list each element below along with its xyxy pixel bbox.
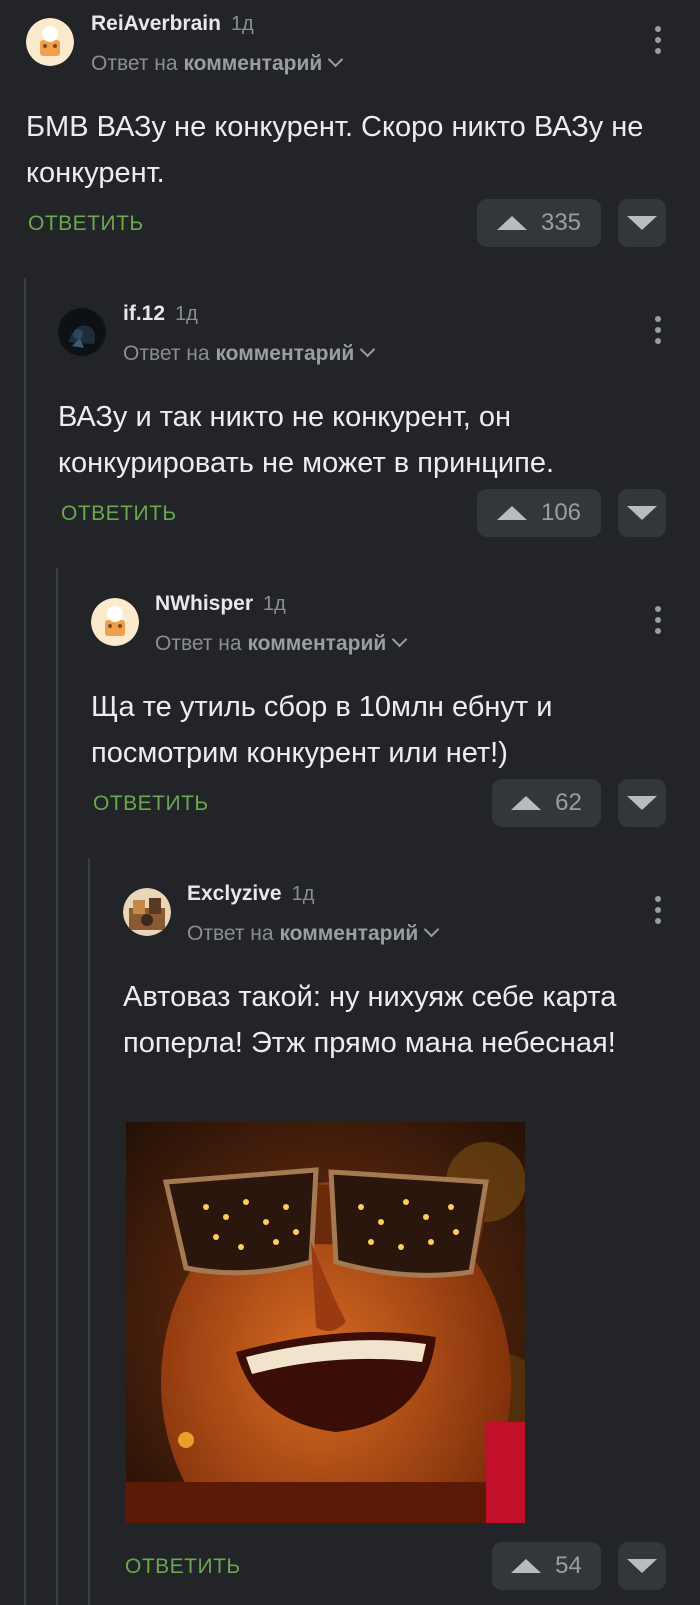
author-name[interactable]: Exclyzive 1д bbox=[187, 882, 314, 906]
downvote-button[interactable] bbox=[618, 1542, 666, 1590]
triangle-up-icon bbox=[496, 216, 527, 230]
triangle-down-icon bbox=[627, 216, 657, 230]
score: 106 bbox=[540, 499, 582, 526]
score: 62 bbox=[555, 789, 582, 816]
comment-age: 1д bbox=[291, 883, 315, 905]
author-name[interactable]: ReiAverbrain 1д bbox=[91, 12, 254, 36]
triangle-down-icon bbox=[627, 506, 657, 520]
triangle-down-icon bbox=[627, 796, 657, 810]
reply-button[interactable]: ОТВЕТИТЬ bbox=[28, 212, 144, 236]
chevron-down-icon bbox=[391, 631, 408, 648]
comment-text: БМВ ВАЗу не конкурент. Скоро никто ВАЗу … bbox=[26, 111, 644, 189]
upvote-button[interactable]: 54 bbox=[492, 1542, 601, 1590]
upvote-button[interactable]: 62 bbox=[492, 779, 601, 827]
triangle-up-icon bbox=[511, 1559, 542, 1573]
thread-line-3 bbox=[88, 858, 90, 1605]
avatar[interactable] bbox=[91, 598, 139, 646]
reply-to-link[interactable]: Ответ на комментарий bbox=[187, 921, 440, 946]
author-name[interactable]: if.12 1д bbox=[123, 302, 198, 326]
avatar[interactable] bbox=[123, 888, 171, 936]
comment-text: Автоваз такой: ну нихуяж себе карта попе… bbox=[123, 981, 617, 1059]
chevron-down-icon bbox=[327, 51, 344, 68]
chevron-down-icon bbox=[359, 341, 376, 358]
meme-image[interactable] bbox=[126, 1122, 525, 1523]
avatar[interactable] bbox=[26, 18, 74, 66]
kebab-menu-icon[interactable] bbox=[654, 26, 662, 56]
thread-line-1 bbox=[24, 278, 26, 1605]
upvote-button[interactable]: 106 bbox=[477, 489, 601, 537]
score: 335 bbox=[540, 209, 582, 236]
triangle-down-icon bbox=[627, 1559, 657, 1573]
score: 54 bbox=[555, 1552, 582, 1579]
reply-button[interactable]: ОТВЕТИТЬ bbox=[93, 792, 209, 816]
author-name[interactable]: NWhisper 1д bbox=[155, 592, 286, 616]
kebab-menu-icon[interactable] bbox=[654, 896, 662, 926]
upvote-button[interactable]: 335 bbox=[477, 199, 601, 247]
downvote-button[interactable] bbox=[618, 489, 666, 537]
reply-to-link[interactable]: Ответ на комментарий bbox=[123, 341, 376, 366]
kebab-menu-icon[interactable] bbox=[654, 606, 662, 636]
kebab-menu-icon[interactable] bbox=[654, 316, 662, 346]
avatar[interactable] bbox=[58, 308, 106, 356]
triangle-up-icon bbox=[511, 796, 542, 810]
comment-age: 1д bbox=[263, 593, 286, 615]
comment-age: 1д bbox=[175, 303, 198, 325]
reply-button[interactable]: ОТВЕТИТЬ bbox=[61, 502, 177, 526]
downvote-button[interactable] bbox=[618, 779, 666, 827]
comment-text: ВАЗу и так никто не конкурент, он конкур… bbox=[58, 401, 555, 479]
reply-to-link[interactable]: Ответ на комментарий bbox=[91, 51, 344, 76]
thread-line-2 bbox=[56, 568, 58, 1605]
chevron-down-icon bbox=[423, 921, 440, 938]
comment-age: 1д bbox=[230, 13, 254, 35]
triangle-up-icon bbox=[496, 506, 527, 520]
downvote-button[interactable] bbox=[618, 199, 666, 247]
comment-text: Ща те утиль сбор в 10млн ебнут и посмотр… bbox=[91, 691, 553, 769]
reply-button[interactable]: ОТВЕТИТЬ bbox=[125, 1555, 241, 1579]
reply-to-link[interactable]: Ответ на комментарий bbox=[155, 631, 408, 656]
